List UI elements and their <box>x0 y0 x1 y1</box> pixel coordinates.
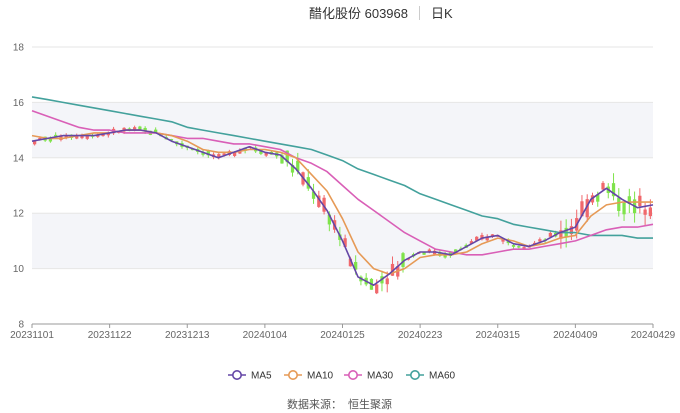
legend: MA5 MA10 MA30 MA60 <box>228 369 456 382</box>
candle-body <box>522 247 526 249</box>
candle-body <box>375 284 379 294</box>
candle <box>611 173 616 201</box>
title-stock-name-code: 醋化股份 603968 <box>309 6 408 21</box>
legend-marker <box>409 369 420 380</box>
y-axis: 8 10 12 14 16 18 <box>13 43 25 331</box>
legend-marker <box>287 369 298 380</box>
x-tick-label: 20240409 <box>553 330 598 341</box>
candle-body <box>517 246 521 248</box>
x-tick-label: 20240429 <box>631 330 676 341</box>
legend-label: MA5 <box>251 371 272 382</box>
candle-body <box>622 202 626 215</box>
legend-label: MA60 <box>429 371 456 382</box>
legend-item-ma10: MA10 <box>284 369 334 382</box>
x-tick-label: 20240223 <box>398 330 443 341</box>
x-tick-label: 20231213 <box>165 330 210 341</box>
y-tick-label: 16 <box>13 98 25 109</box>
legend-item-ma30: MA30 <box>344 369 394 382</box>
data-source: 数据来源： 恒生聚源 <box>287 397 392 411</box>
x-tick-label: 20240125 <box>320 330 365 341</box>
x-tick-label: 20231101 <box>10 330 54 341</box>
legend-item-ma5: MA5 <box>228 369 272 382</box>
y-tick-label: 8 <box>18 320 24 331</box>
legend-label: MA30 <box>367 371 394 382</box>
x-tick-label: 20240315 <box>476 330 521 341</box>
y-tick-label: 14 <box>13 153 25 164</box>
y-tick-label: 12 <box>13 209 25 220</box>
legend-marker <box>347 369 358 380</box>
y-tick-label: 18 <box>13 43 25 54</box>
candle-body <box>511 245 516 247</box>
candle-body <box>648 207 653 217</box>
legend-item-ma60: MA60 <box>406 369 456 382</box>
candle <box>638 188 642 214</box>
chart-title: 醋化股份 603968 日K <box>309 6 453 21</box>
legend-label: MA10 <box>307 371 334 382</box>
title-period: 日K <box>431 6 453 21</box>
y-tick-label: 10 <box>13 264 25 275</box>
candle-body <box>617 197 621 212</box>
candle-body <box>538 239 542 242</box>
x-tick-label: 20231122 <box>88 330 132 341</box>
candle-body <box>601 182 605 190</box>
candle <box>359 275 363 286</box>
x-axis: 20231101 20231122 20231213 20240104 20240125… <box>10 323 676 341</box>
candle <box>364 273 368 287</box>
source-label: 数据来源： <box>287 397 342 411</box>
title-separator <box>419 6 420 20</box>
source-value: 恒生聚源 <box>348 397 392 411</box>
candle-body <box>643 209 647 215</box>
candle <box>601 181 605 191</box>
x-tick-label: 20240104 <box>243 330 288 341</box>
candle-body <box>385 278 389 285</box>
candle-body <box>638 195 642 207</box>
candle <box>627 188 631 214</box>
legend-marker <box>232 369 243 380</box>
chart-stage: 醋化股份 603968 日K 8 10 12 14 16 18 20231101 20231… <box>0 0 680 413</box>
kline-chart: 醋化股份 603968 日K 81012141618 20231101 20231… <box>10 6 676 411</box>
